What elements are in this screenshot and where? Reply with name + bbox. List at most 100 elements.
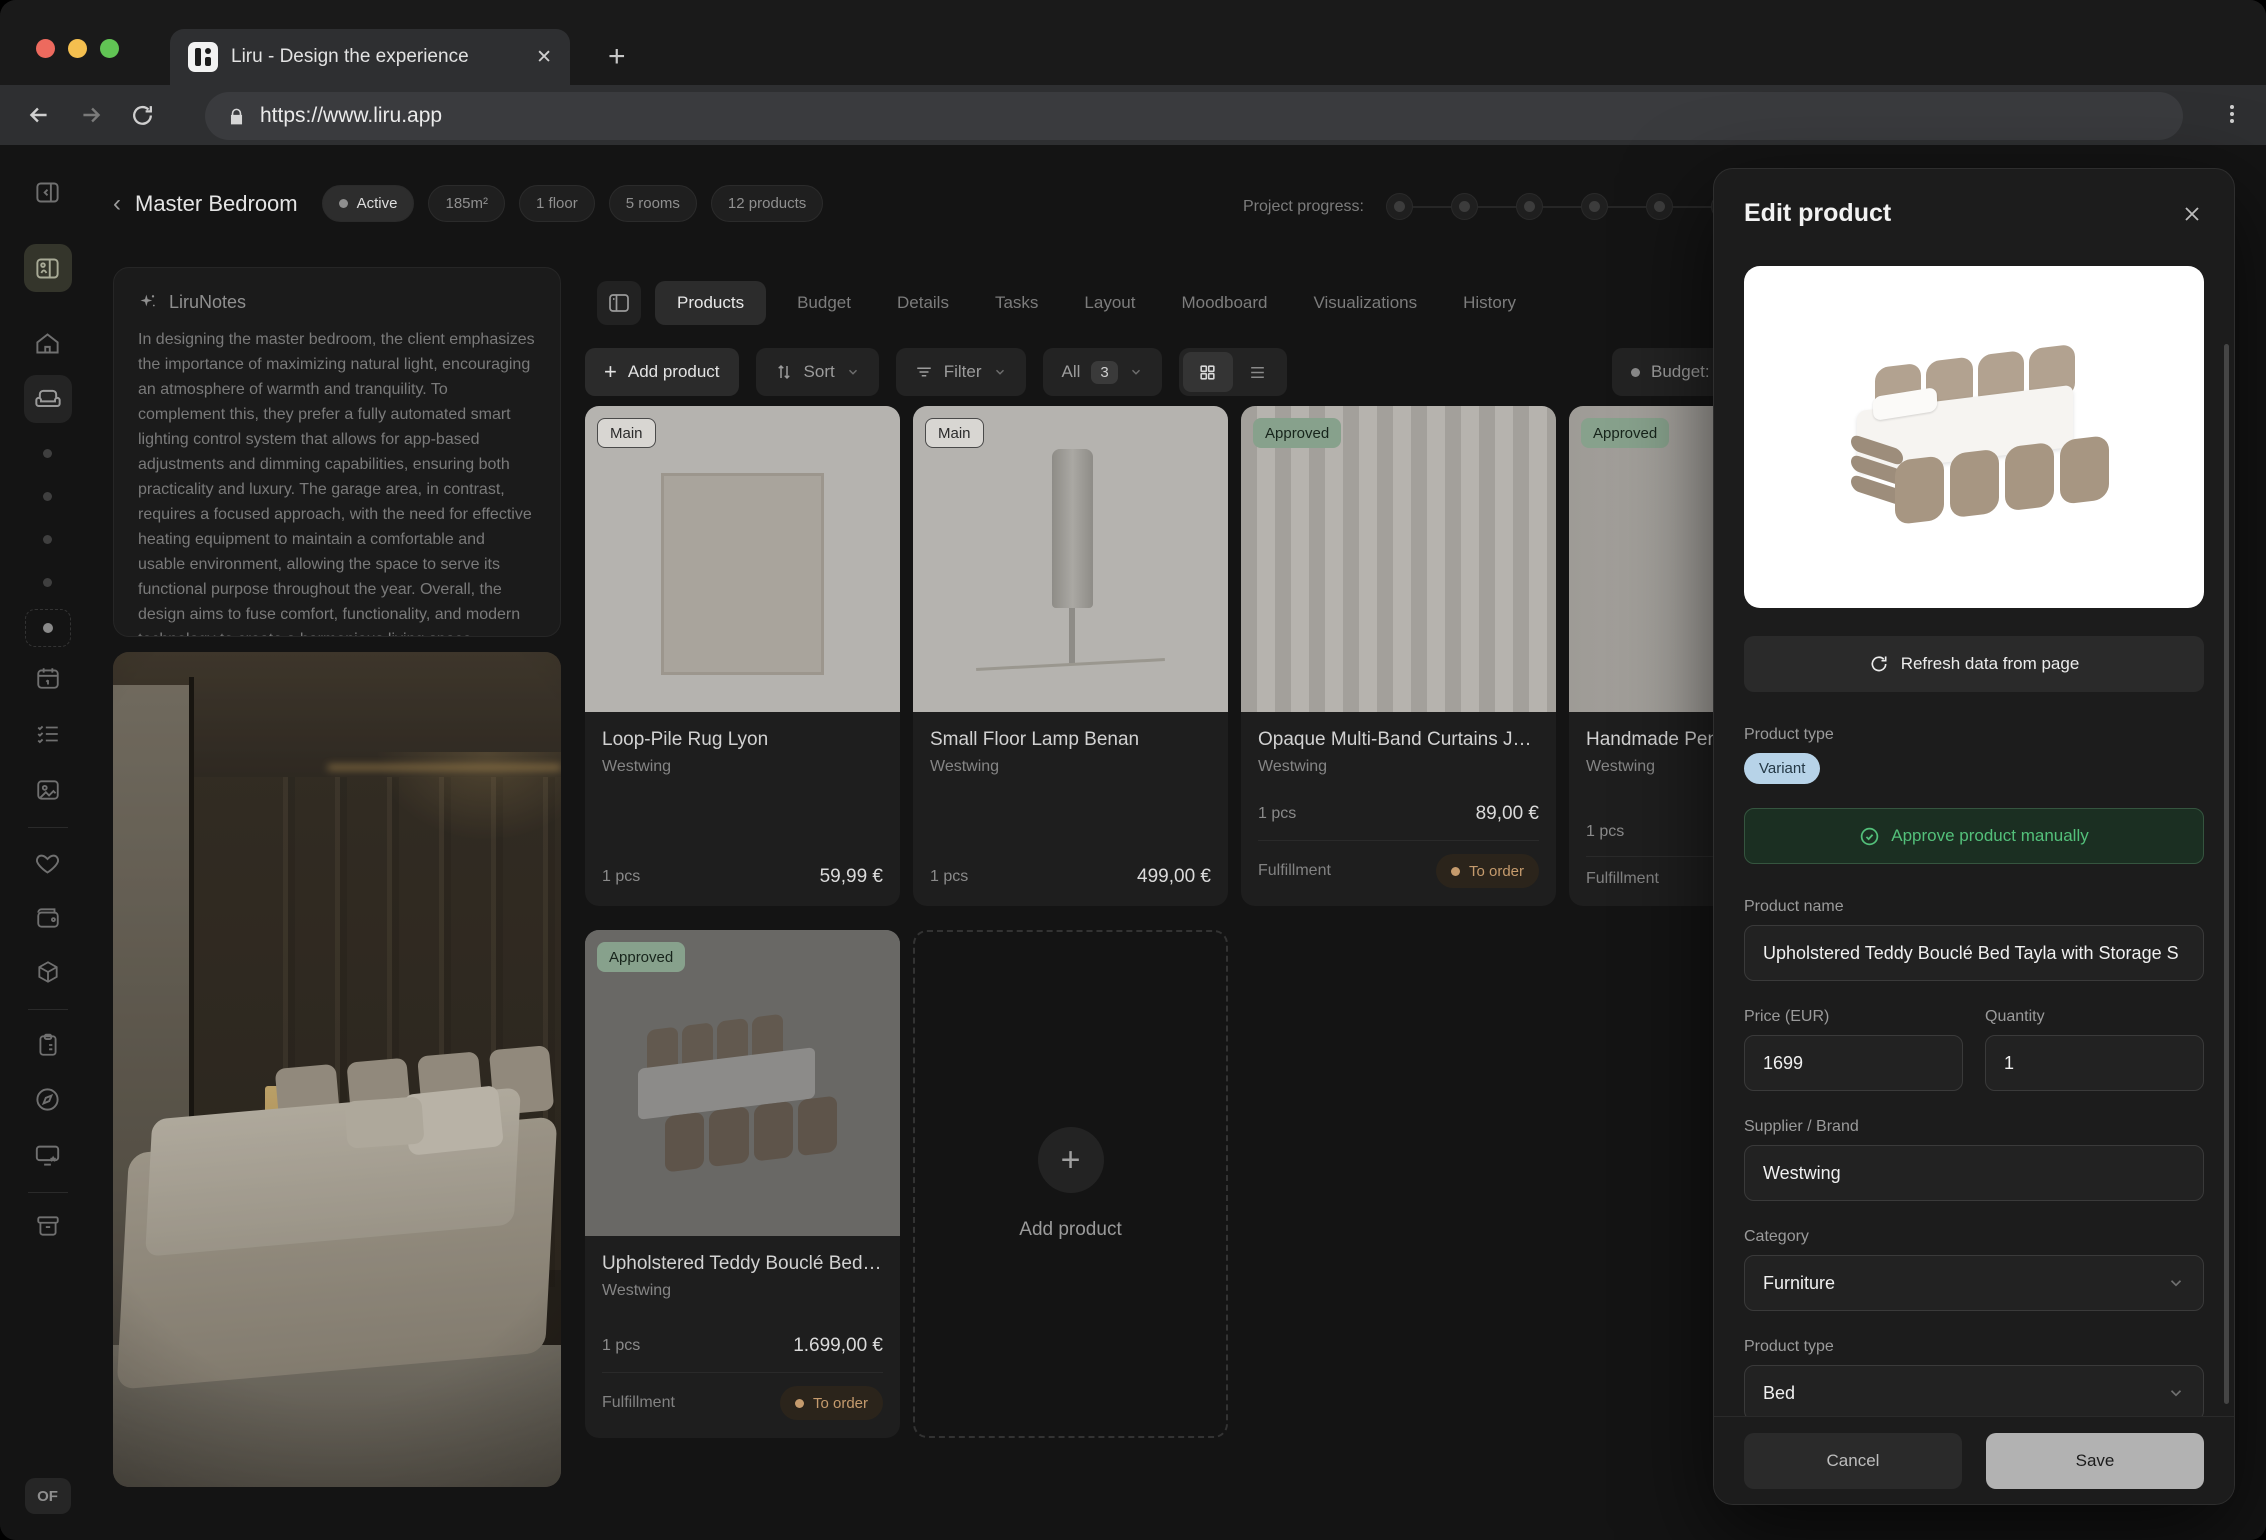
- product-price: 89,00 €: [1476, 803, 1539, 825]
- product-card-selected[interactable]: Approved Upholstered Teddy Bouclé Bed … …: [585, 930, 900, 1438]
- tab-layout[interactable]: Layout: [1084, 293, 1135, 313]
- divider: [1258, 840, 1539, 841]
- rail-active-dot[interactable]: [25, 609, 71, 647]
- cancel-button[interactable]: Cancel: [1744, 1433, 1962, 1489]
- approve-product-button[interactable]: Approve product manually: [1744, 808, 2204, 864]
- liru-notes-icon[interactable]: [24, 244, 72, 292]
- add-product-card[interactable]: + Add product: [913, 930, 1228, 1438]
- cube-icon[interactable]: [35, 959, 61, 985]
- product-card[interactable]: Approved Opaque Multi-Band Curtains Je… …: [1241, 406, 1556, 906]
- fulfillment-label: Fulfillment: [1586, 870, 1659, 888]
- quantity-input[interactable]: [1985, 1035, 2204, 1091]
- product-type-select[interactable]: Bed: [1744, 1365, 2204, 1421]
- rail-divider: [28, 1009, 68, 1010]
- scope-filter-button[interactable]: All 3: [1043, 348, 1162, 396]
- minimize-window-button[interactable]: [68, 39, 87, 58]
- chevron-down-icon: [993, 365, 1007, 379]
- archive-icon[interactable]: [35, 1213, 61, 1239]
- progress-label: Project progress:: [1243, 198, 1364, 216]
- maximize-window-button[interactable]: [100, 39, 119, 58]
- progress-step[interactable]: [1646, 193, 1673, 220]
- progress-step[interactable]: [1581, 193, 1608, 220]
- list-view-icon[interactable]: [1233, 352, 1283, 392]
- tab-products[interactable]: Products: [655, 281, 766, 325]
- supplier-input[interactable]: [1744, 1145, 2204, 1201]
- sort-button[interactable]: Sort: [756, 348, 879, 396]
- back-chevron-icon[interactable]: ‹: [113, 192, 121, 216]
- collapse-sidebar-icon[interactable]: [34, 179, 61, 206]
- to-order-badge: To order: [1436, 854, 1539, 888]
- progress-step[interactable]: [1386, 193, 1413, 220]
- monitor-star-icon[interactable]: [34, 1141, 61, 1168]
- liru-notes-card: LiruNotes In designing the master bedroo…: [113, 267, 561, 637]
- heart-icon[interactable]: [34, 850, 61, 877]
- price-input[interactable]: [1744, 1035, 1963, 1091]
- tab-budget[interactable]: Budget: [797, 293, 851, 313]
- refresh-data-button[interactable]: Refresh data from page: [1744, 636, 2204, 692]
- add-product-button[interactable]: + Add product: [585, 348, 739, 396]
- tab-history[interactable]: History: [1463, 293, 1516, 313]
- tab-close-icon[interactable]: ✕: [536, 48, 552, 67]
- selection-overlay: [585, 930, 900, 1236]
- product-card[interactable]: Main Small Floor Lamp Benan Westwing 1 p…: [913, 406, 1228, 906]
- forward-icon[interactable]: [78, 102, 104, 128]
- sort-arrows-icon: [775, 363, 793, 381]
- save-button[interactable]: Save: [1986, 1433, 2204, 1489]
- rail-dot-1[interactable]: [43, 449, 52, 458]
- chevron-down-icon: [1129, 365, 1143, 379]
- progress-step[interactable]: [1516, 193, 1543, 220]
- drawer-footer: Cancel Save: [1714, 1416, 2234, 1504]
- tab-moodboard[interactable]: Moodboard: [1181, 293, 1267, 313]
- close-icon[interactable]: [2180, 202, 2204, 226]
- rail-dot-3[interactable]: [43, 535, 52, 544]
- rail-dot-2[interactable]: [43, 492, 52, 501]
- product-name-input[interactable]: [1744, 925, 2204, 981]
- lock-icon: [227, 107, 246, 126]
- wallet-icon[interactable]: [35, 905, 61, 931]
- sofa-icon[interactable]: [24, 375, 72, 423]
- rail-dot-4[interactable]: [43, 578, 52, 587]
- back-icon[interactable]: [26, 102, 52, 128]
- category-select[interactable]: Furniture: [1744, 1255, 2204, 1311]
- rail-divider: [28, 827, 68, 828]
- avatar[interactable]: OF: [25, 1478, 71, 1514]
- grid-view-icon[interactable]: [1183, 352, 1233, 392]
- left-rail: OF: [0, 145, 95, 1540]
- count-badge: 3: [1091, 361, 1117, 384]
- close-window-button[interactable]: [36, 39, 55, 58]
- product-name: Opaque Multi-Band Curtains Je…: [1258, 729, 1539, 751]
- filter-sliders-icon: [915, 363, 933, 381]
- product-card[interactable]: Main Loop-Pile Rug Lyon Westwing 1 pcs 5…: [585, 406, 900, 906]
- product-name: Small Floor Lamp Benan: [930, 729, 1211, 751]
- tab-strip: Liru - Design the experience ✕ +: [0, 0, 2266, 85]
- product-qty: 1 pcs: [1586, 823, 1624, 841]
- product-brand: Westwing: [602, 758, 883, 776]
- tab-tasks[interactable]: Tasks: [995, 293, 1038, 313]
- filter-button[interactable]: Filter: [896, 348, 1026, 396]
- reload-icon[interactable]: [130, 103, 155, 128]
- tab-title: Liru - Design the experience: [231, 46, 523, 68]
- clipboard-icon[interactable]: [35, 1032, 61, 1058]
- approved-badge: Approved: [1253, 418, 1341, 448]
- browser-tab[interactable]: Liru - Design the experience ✕: [170, 29, 570, 85]
- browser-menu-icon[interactable]: [2220, 100, 2244, 128]
- fulfillment-label: Fulfillment: [602, 1394, 675, 1412]
- main-badge: Main: [925, 418, 984, 448]
- app-root: OF ‹ Master Bedroom Active 185m² 1 floor…: [0, 145, 2266, 1540]
- check-circle-icon: [1859, 826, 1880, 847]
- checklist-icon[interactable]: [35, 721, 61, 747]
- image-icon[interactable]: [35, 777, 61, 803]
- drawer-scrollbar[interactable]: [2224, 344, 2229, 1404]
- project-progress: Project progress:: [1243, 193, 1738, 220]
- new-tab-button[interactable]: +: [608, 42, 626, 72]
- home-icon[interactable]: [34, 330, 61, 357]
- tab-visualizations[interactable]: Visualizations: [1313, 293, 1417, 313]
- progress-step[interactable]: [1451, 193, 1478, 220]
- calendar-icon[interactable]: [35, 665, 61, 691]
- compass-icon[interactable]: [34, 1086, 61, 1113]
- address-bar[interactable]: https://www.liru.app: [205, 92, 2183, 140]
- url-text: https://www.liru.app: [260, 104, 442, 128]
- floors-badge: 1 floor: [519, 185, 595, 222]
- panel-toggle-icon[interactable]: [597, 281, 641, 325]
- tab-details[interactable]: Details: [897, 293, 949, 313]
